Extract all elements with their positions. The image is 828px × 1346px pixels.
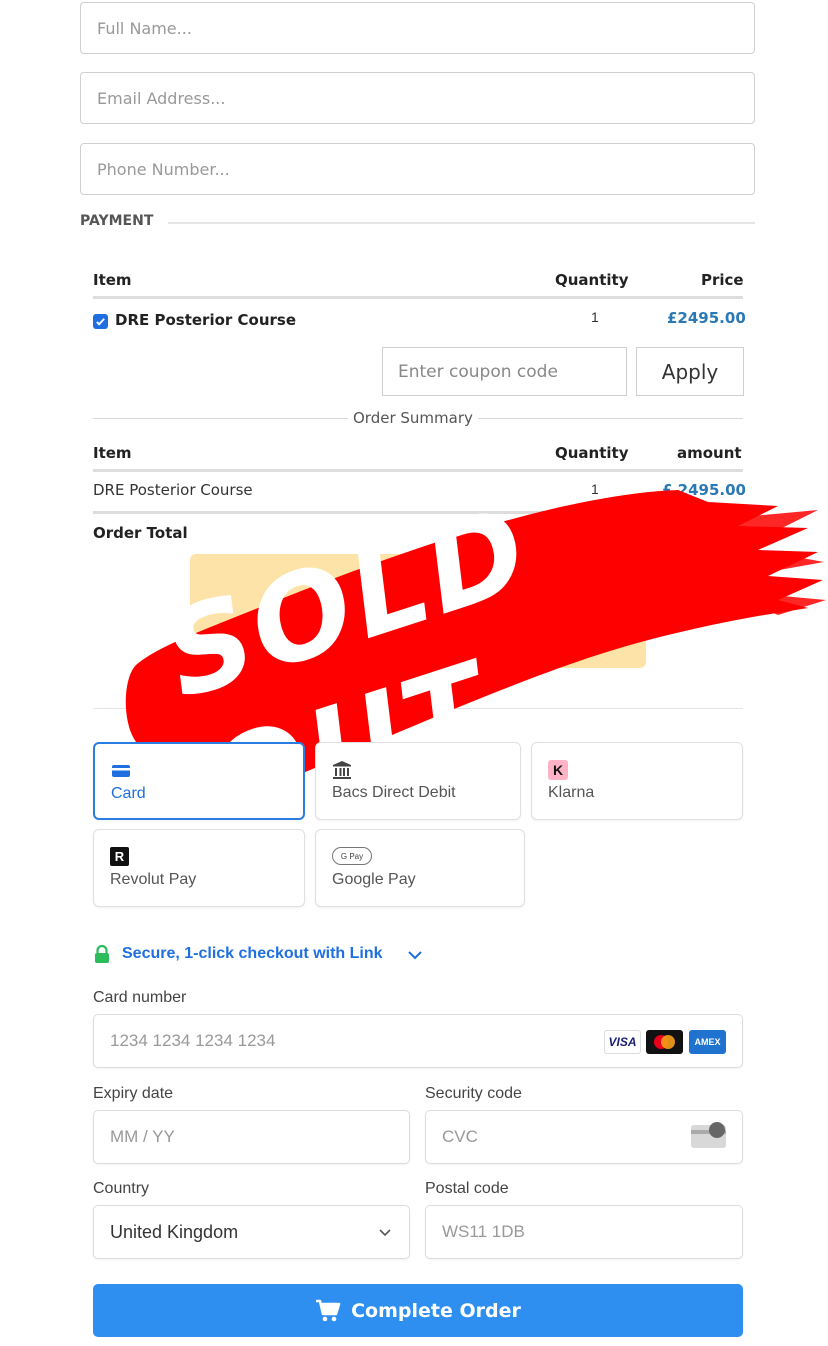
method-bacs[interactable]: Bacs Direct Debit: [315, 742, 521, 820]
method-revolut-label: Revolut Pay: [110, 871, 197, 888]
order-summary-title: Order Summary: [348, 409, 478, 427]
expiry-input[interactable]: MM / YY: [93, 1110, 410, 1164]
express-checkout-button[interactable]: [190, 554, 646, 668]
postal-label: Postal code: [425, 1180, 509, 1197]
card-icon: [112, 765, 130, 777]
method-card[interactable]: Card: [93, 742, 305, 820]
cvc-placeholder: CVC: [442, 1127, 478, 1146]
quantity-header: Quantity: [555, 271, 629, 289]
google-pay-icon: G Pay: [332, 847, 372, 865]
summary-total-divider: [93, 511, 743, 514]
chevron-down-icon: [379, 1229, 391, 1237]
course-price: £2495.00: [667, 309, 746, 327]
expiry-placeholder: MM / YY: [110, 1127, 175, 1146]
summary-row-quantity: 1: [591, 481, 599, 497]
amex-icon: AMEX: [689, 1030, 726, 1054]
course-name: DRE Posterior Course: [115, 311, 296, 329]
method-klarna-label: Klarna: [548, 784, 595, 801]
price-header: Price: [701, 271, 744, 289]
card-number-placeholder: 1234 1234 1234 1234: [110, 1031, 276, 1050]
coupon-input[interactable]: Enter coupon code: [382, 347, 627, 396]
postal-value: WS11 1DB: [442, 1222, 525, 1241]
summary-row-item: DRE Posterior Course: [93, 481, 253, 499]
expiry-label: Expiry date: [93, 1085, 174, 1102]
email-input[interactable]: Email Address...: [80, 72, 755, 124]
full-name-input[interactable]: Full Name...: [80, 2, 755, 54]
order-total-label: Order Total: [93, 524, 188, 542]
summary-item-header: Item: [93, 444, 132, 462]
item-header: Item: [93, 271, 132, 289]
chevron-down-icon[interactable]: [407, 949, 423, 961]
summary-amount-header: amount: [677, 444, 742, 462]
lock-icon: [95, 945, 109, 963]
apply-coupon-button[interactable]: Apply: [636, 347, 744, 396]
card-number-label: Card number: [93, 989, 187, 1006]
section-divider: [168, 222, 755, 224]
summary-table-divider: [93, 469, 743, 472]
complete-order-label: Complete Order: [351, 1299, 521, 1322]
visa-icon: VISA: [604, 1030, 641, 1054]
method-bacs-label: Bacs Direct Debit: [332, 784, 456, 801]
method-google-pay-label: Google Pay: [332, 871, 416, 888]
revolut-icon: R: [110, 847, 129, 866]
bank-icon: [333, 761, 351, 779]
payment-section-title: PAYMENT: [80, 213, 154, 229]
method-klarna[interactable]: K Klarna: [531, 742, 743, 820]
cart-icon: [316, 1299, 341, 1321]
check-icon: [96, 318, 105, 326]
course-checkbox[interactable]: [93, 314, 108, 329]
method-revolut[interactable]: R Revolut Pay: [93, 829, 305, 907]
cvc-label: Security code: [425, 1085, 522, 1102]
country-value: United Kingdom: [110, 1221, 239, 1242]
course-quantity: 1: [591, 309, 599, 325]
method-card-label: Card: [111, 785, 146, 802]
table-divider: [93, 296, 743, 299]
complete-order-button[interactable]: Complete Order: [93, 1284, 743, 1337]
mastercard-icon: [646, 1030, 683, 1054]
method-google-pay[interactable]: G Pay Google Pay: [315, 829, 525, 907]
cvc-card-icon: [691, 1122, 726, 1148]
summary-row-amount: £ 2495.00: [662, 481, 746, 499]
or-label: OR: [399, 699, 434, 716]
link-checkout-text[interactable]: Secure, 1-click checkout with Link: [122, 945, 383, 963]
klarna-icon: K: [548, 760, 568, 780]
country-select[interactable]: United Kingdom: [93, 1205, 410, 1259]
phone-input[interactable]: Phone Number...: [80, 143, 755, 195]
summary-quantity-header: Quantity: [555, 444, 629, 462]
postal-input[interactable]: WS11 1DB: [425, 1205, 743, 1259]
country-label: Country: [93, 1180, 150, 1197]
